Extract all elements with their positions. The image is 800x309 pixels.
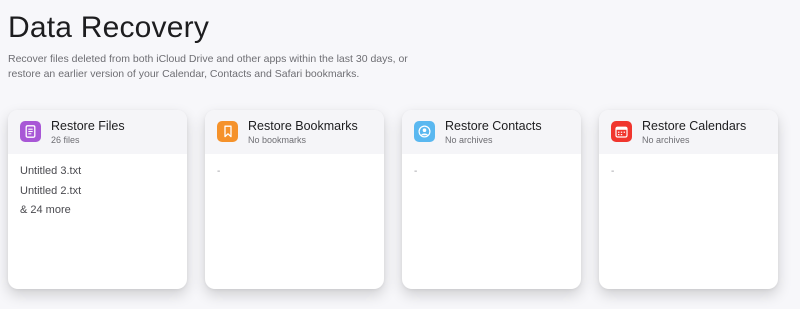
card-subtitle: No archives — [642, 135, 690, 145]
restore-contacts-header[interactable]: Restore Contacts No archives — [402, 110, 581, 154]
card-subtitle: 26 files — [51, 135, 80, 145]
empty-placeholder: - — [611, 166, 615, 177]
card-title: Restore Bookmarks — [248, 119, 358, 133]
data-recovery-page: Data Recovery Recover files deleted from… — [0, 0, 800, 309]
empty-placeholder: - — [217, 166, 221, 177]
card-subtitle: No bookmarks — [248, 135, 307, 145]
restore-files-header[interactable]: Restore Files 26 files — [8, 110, 187, 154]
restore-files-list: Untitled 3.txt Untitled 2.txt & 24 more — [8, 154, 187, 221]
restore-calendars-card: Restore Calendars No archives - — [599, 110, 778, 289]
page-title: Data Recovery — [8, 11, 210, 44]
card-title: Restore Calendars — [642, 119, 747, 133]
restore-bookmarks-list: - — [205, 154, 384, 180]
file-item[interactable]: Untitled 3.txt — [20, 162, 81, 182]
empty-placeholder: - — [414, 166, 418, 177]
more-files-link[interactable]: & 24 more — [20, 201, 71, 221]
restore-contacts-card: Restore Contacts No archives - — [402, 110, 581, 289]
restore-contacts-list: - — [402, 154, 581, 180]
file-item[interactable]: Untitled 2.txt — [20, 182, 81, 202]
card-subtitle: No archives — [445, 135, 493, 145]
card-title: Restore Contacts — [445, 119, 542, 133]
card-title: Restore Files — [51, 119, 125, 133]
contact-icon — [414, 121, 435, 142]
restore-bookmarks-card: Restore Bookmarks No bookmarks - — [205, 110, 384, 289]
restore-files-card: Restore Files 26 files Untitled 3.txt Un… — [8, 110, 187, 289]
calendar-icon — [611, 121, 632, 142]
bookmark-icon — [217, 121, 238, 142]
restore-calendars-header[interactable]: Restore Calendars No archives — [599, 110, 778, 154]
restore-calendars-list: - — [599, 154, 778, 180]
restore-bookmarks-header[interactable]: Restore Bookmarks No bookmarks — [205, 110, 384, 154]
page-description: Recover files deleted from both iCloud D… — [8, 53, 408, 80]
document-icon — [20, 121, 41, 142]
